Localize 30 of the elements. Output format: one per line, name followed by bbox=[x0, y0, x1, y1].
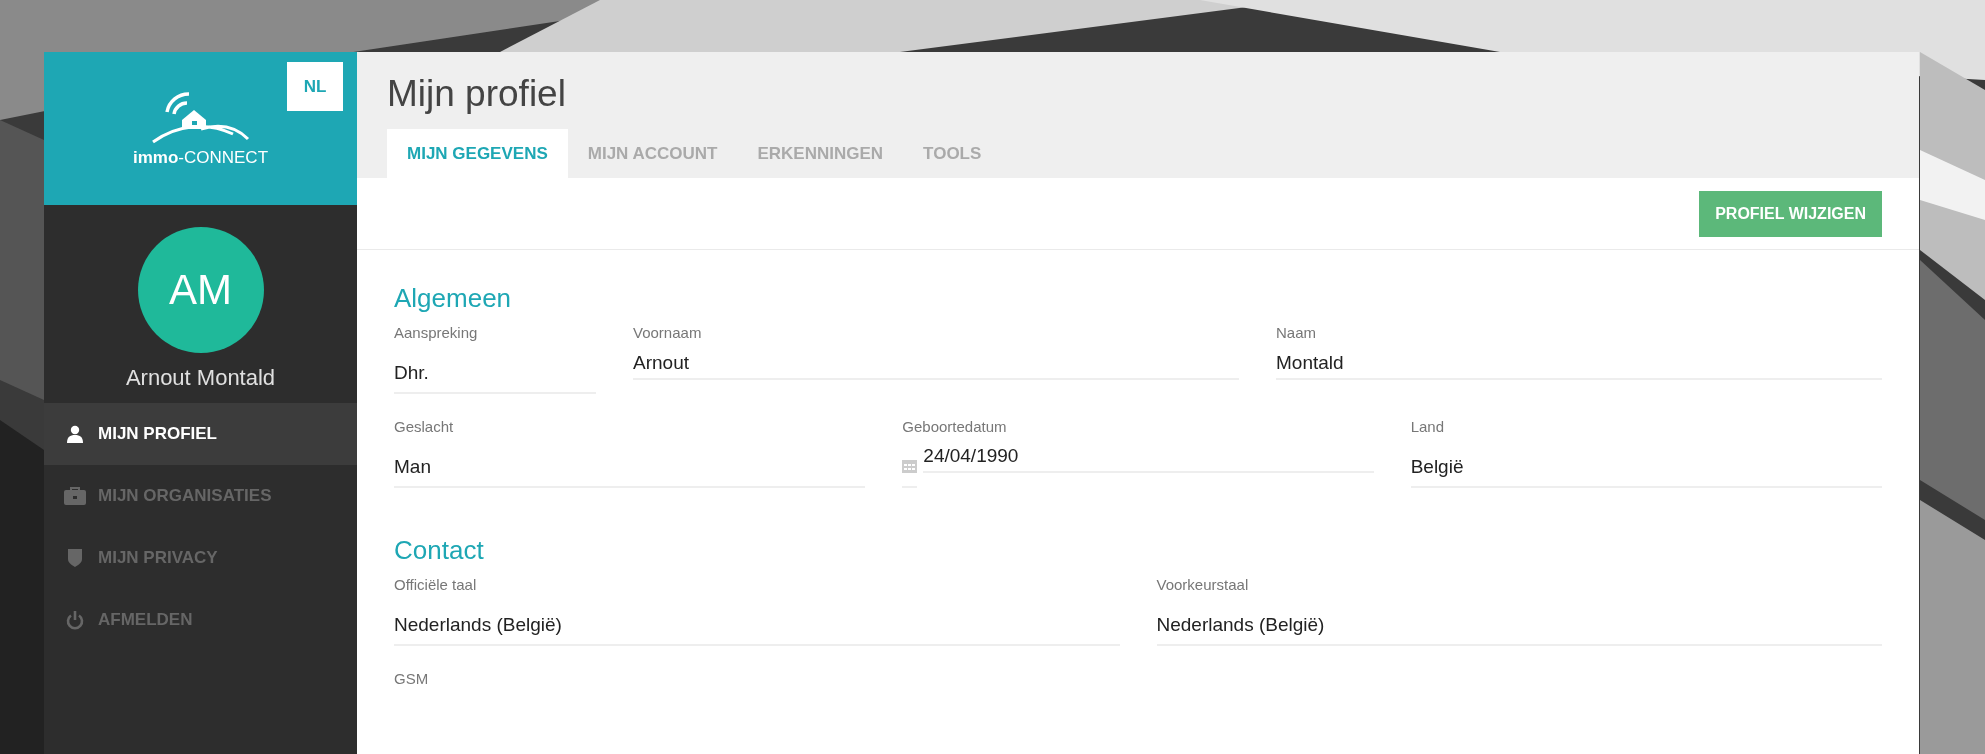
section-title: Algemeen bbox=[394, 282, 513, 314]
select-field[interactable]: Dhr. bbox=[394, 354, 596, 394]
date-field[interactable]: 24/04/1990 bbox=[923, 441, 1374, 473]
input-field[interactable]: Arnout bbox=[633, 348, 1239, 380]
field-label: Geslacht bbox=[394, 418, 455, 437]
section-title: Contact bbox=[394, 534, 485, 566]
field-label: GSM bbox=[394, 670, 430, 689]
avatar: AM bbox=[137, 227, 264, 353]
power-icon bbox=[66, 610, 84, 630]
page-title: Mijn profiel bbox=[387, 73, 567, 115]
user-icon bbox=[66, 425, 84, 443]
select-field[interactable]: Man bbox=[394, 448, 866, 488]
input-field[interactable]: Montald bbox=[1276, 348, 1882, 380]
shield-icon bbox=[68, 549, 82, 567]
field-label: Land bbox=[1410, 418, 1446, 437]
calendar-icon bbox=[902, 458, 918, 473]
field-label: Aanspreking bbox=[394, 324, 479, 343]
briefcase-icon bbox=[64, 487, 86, 505]
field-label: Voornaam bbox=[633, 324, 703, 343]
select-field[interactable]: Nederlands (België) bbox=[394, 606, 1120, 646]
select-field[interactable]: Nederlands (België) bbox=[1156, 606, 1882, 646]
field-label: Naam bbox=[1276, 324, 1317, 343]
user-name: Arnout Montald bbox=[124, 365, 277, 391]
logo-text: immo-CONNECT bbox=[132, 147, 269, 168]
select-field[interactable]: België bbox=[1410, 448, 1882, 488]
field-label: Voorkeurstaal bbox=[1156, 576, 1250, 595]
field-label: Geboortedatum bbox=[902, 418, 1008, 437]
nav-item[interactable]: MIJN PROFIEL bbox=[44, 403, 357, 465]
logo-icon bbox=[150, 89, 251, 146]
field-label: Officiële taal bbox=[394, 576, 478, 595]
